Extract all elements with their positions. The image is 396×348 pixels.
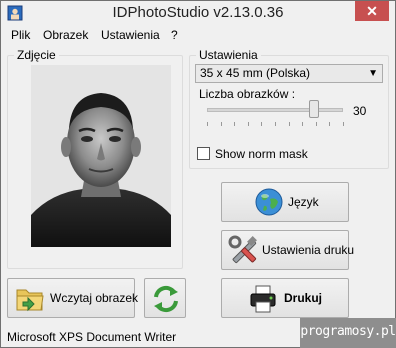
app-window: IDPhotoStudio v2.13.0.36 ✕ Plik Obrazek … xyxy=(0,0,396,348)
language-button[interactable]: Język xyxy=(221,182,349,222)
slider-tick xyxy=(220,122,222,126)
menu-help[interactable]: ? xyxy=(169,28,180,42)
print-button-label: Drukuj xyxy=(284,291,323,305)
globe-icon xyxy=(255,188,283,216)
slider-tick xyxy=(315,122,317,126)
menu-bar: Plik Obrazek Ustawienia ? xyxy=(1,27,395,45)
slider-tick xyxy=(275,122,276,126)
load-image-button[interactable]: Wczytaj obrazek xyxy=(7,278,139,318)
format-select-value: 35 x 45 mm (Polska) xyxy=(200,66,311,80)
image-count-value: 30 xyxy=(353,104,367,118)
photo-group-label: Zdjęcie xyxy=(14,48,59,62)
slider-tick xyxy=(234,122,236,126)
slider-tick xyxy=(247,122,249,126)
menu-settings[interactable]: Ustawienia xyxy=(99,28,162,42)
norm-mask-label: Show norm mask xyxy=(215,147,308,161)
tools-icon xyxy=(228,235,257,264)
close-button[interactable]: ✕ xyxy=(355,1,389,21)
slider-tick xyxy=(329,122,331,126)
watermark-badge: programosy.pl xyxy=(300,318,396,348)
image-count-slider-thumb[interactable] xyxy=(309,100,320,118)
slider-tick xyxy=(261,122,263,126)
slider-tick xyxy=(302,122,304,126)
image-count-label: Liczba obrazków : xyxy=(199,87,296,101)
slider-tick xyxy=(343,122,344,126)
slider-tick xyxy=(288,122,290,126)
portrait-image xyxy=(31,65,171,247)
norm-mask-checkbox[interactable] xyxy=(197,147,210,160)
load-image-button-label: Wczytaj obrazek xyxy=(50,291,139,305)
print-settings-button-label: Ustawienia druku xyxy=(262,243,355,257)
refresh-button[interactable] xyxy=(144,278,186,318)
print-settings-button[interactable]: Ustawienia druku xyxy=(221,230,354,270)
language-button-label: Język xyxy=(288,195,319,209)
format-select[interactable]: 35 x 45 mm (Polska) ▼ xyxy=(195,64,383,83)
slider-tick xyxy=(207,122,208,126)
printer-name: Microsoft XPS Document Writer xyxy=(7,330,177,344)
menu-file[interactable]: Plik xyxy=(9,28,32,42)
chevron-down-icon: ▼ xyxy=(368,68,378,79)
window-title: IDPhotoStudio v2.13.0.36 xyxy=(112,4,284,21)
printer-icon xyxy=(250,285,276,313)
settings-group-label: Ustawienia xyxy=(196,48,261,62)
refresh-icon xyxy=(154,285,178,313)
menu-image[interactable]: Obrazek xyxy=(41,28,90,42)
folder-icon xyxy=(16,289,44,312)
image-count-slider-track[interactable] xyxy=(207,108,343,112)
print-button[interactable]: Drukuj xyxy=(221,278,349,318)
id-photo[interactable] xyxy=(31,65,171,247)
title-bar[interactable]: IDPhotoStudio v2.13.0.36 ✕ xyxy=(1,1,395,27)
